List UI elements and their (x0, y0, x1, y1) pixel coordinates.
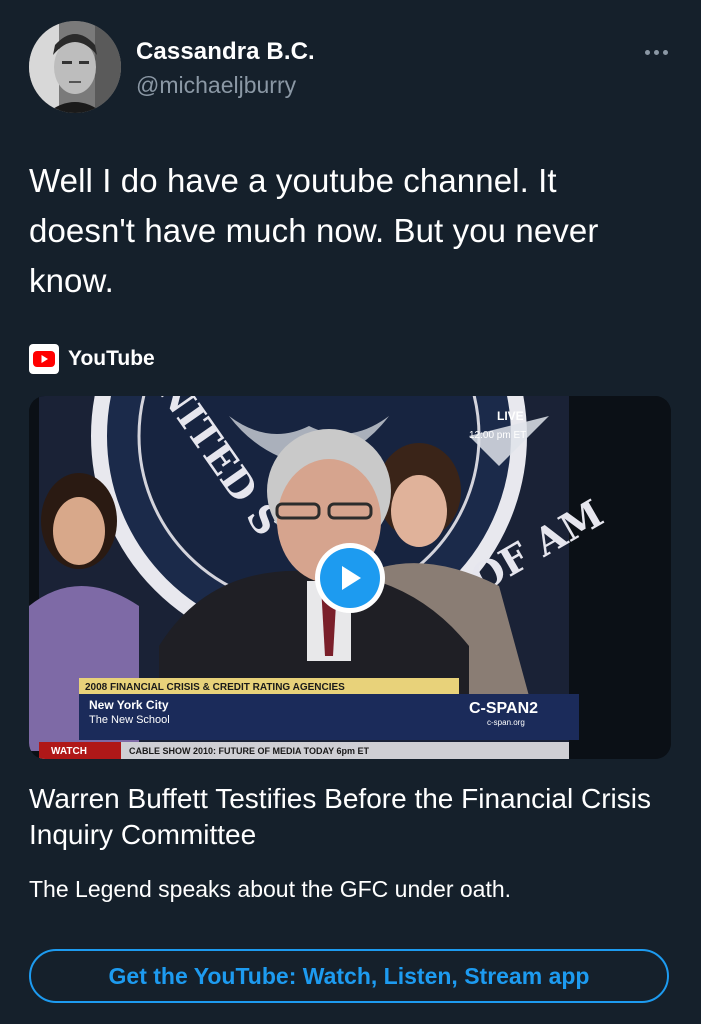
author-handle[interactable]: @michaeljburry (136, 72, 296, 99)
author-display-name[interactable]: Cassandra B.C. (136, 38, 315, 66)
live-label: LIVE (497, 409, 524, 423)
avatar[interactable] (29, 21, 121, 113)
ticker-watch: WATCH (51, 746, 87, 757)
location-line2: The New School (89, 714, 170, 726)
live-time: 12:00 pm ET (469, 430, 526, 441)
card-description: The Legend speaks about the GFC under oa… (29, 876, 512, 902)
get-app-button[interactable]: Get the YouTube: Watch, Listen, Stream a… (29, 949, 669, 1003)
play-icon (342, 566, 361, 590)
card-source-label: YouTube (68, 347, 155, 370)
more-horizontal-icon-dot (653, 49, 659, 55)
tweet-text: Well I do have a youtube channel. It doe… (29, 162, 599, 299)
card-title[interactable]: Warren Buffett Testifies Before the Fina… (29, 781, 689, 853)
play-button[interactable] (315, 543, 385, 613)
location-line1: New York City (89, 698, 169, 712)
more-horizontal-icon-dot (662, 49, 668, 55)
ticker-text: CABLE SHOW 2010: FUTURE OF MEDIA TODAY 6… (129, 746, 370, 756)
profile-photo (29, 21, 121, 113)
video-thumbnail[interactable]: NITED S OF AM LIVE 12:00 pm ET 2008 FINA… (29, 396, 671, 759)
network-url: c-span.org (487, 718, 525, 727)
more-horizontal-icon (644, 49, 650, 55)
card-source[interactable]: YouTube (29, 343, 155, 375)
more-options-button[interactable] (636, 38, 676, 66)
youtube-logo-icon (29, 344, 59, 374)
banner-topic: 2008 FINANCIAL CRISIS & CREDIT RATING AG… (85, 682, 345, 693)
network-logo: C-SPAN2 (469, 700, 538, 717)
